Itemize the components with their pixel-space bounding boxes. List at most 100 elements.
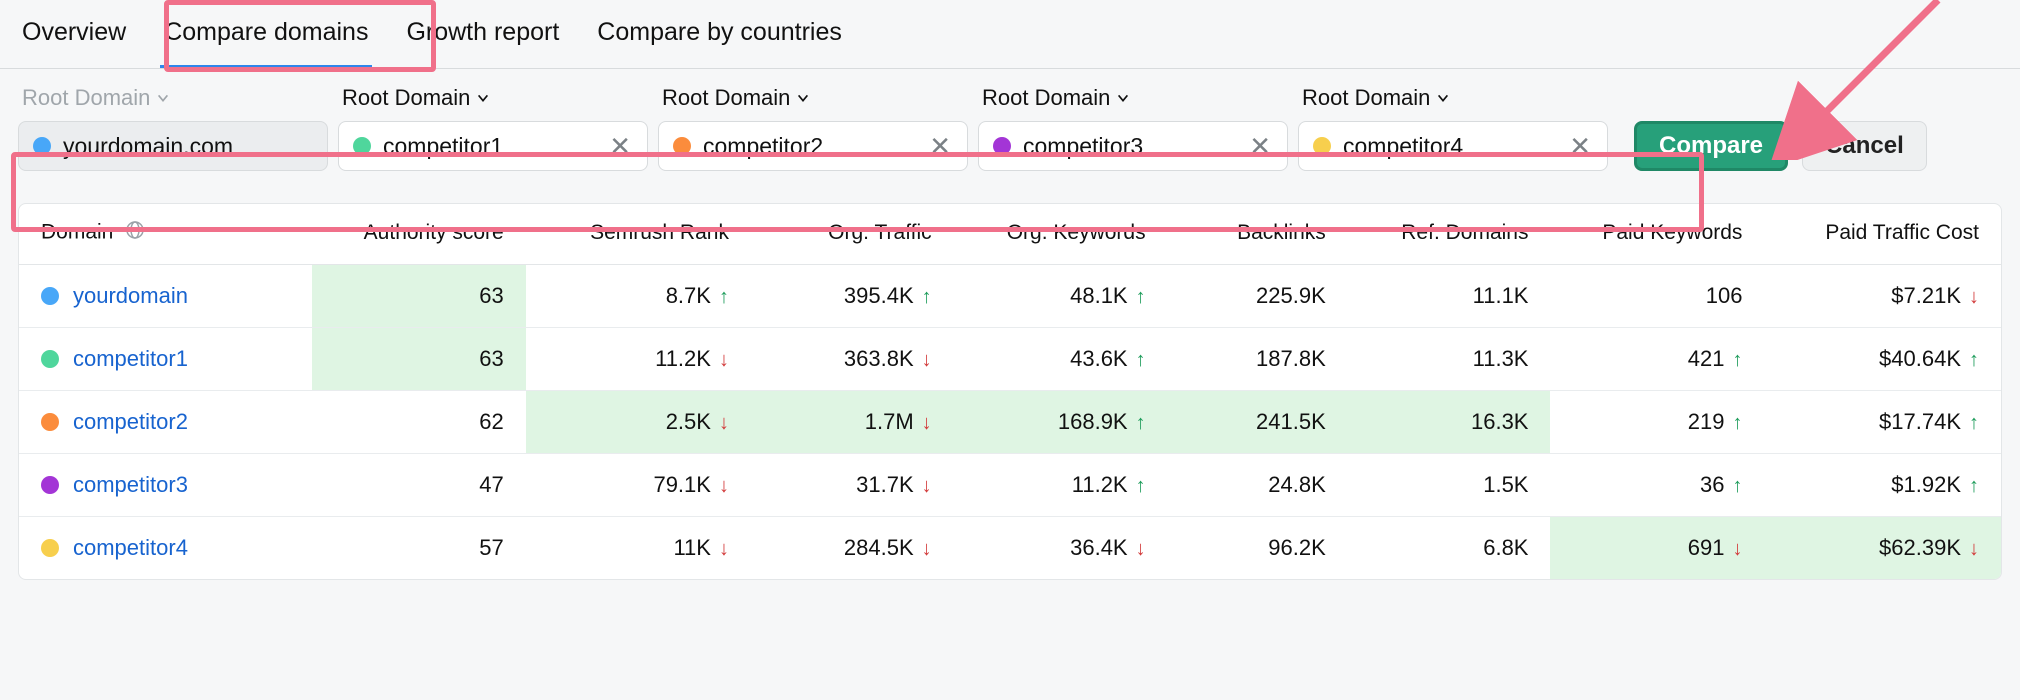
metric-value: 11.1K xyxy=(1473,283,1529,308)
metric-value: 2.5K xyxy=(666,409,711,434)
metric-cell: 691↓ xyxy=(1550,517,1764,580)
color-dot-icon xyxy=(1313,137,1331,155)
metric-value: $40.64K xyxy=(1879,346,1961,371)
metric-cell: 225.9K xyxy=(1168,265,1348,328)
root-domain-dropdown-4[interactable]: Root Domain xyxy=(1298,85,1608,111)
domain-chip-competitor-3[interactable]: competitor3 ✕ xyxy=(978,121,1288,171)
metric-value: $62.39K xyxy=(1879,535,1961,560)
col-org-traffic[interactable]: Org. Traffic xyxy=(751,204,954,265)
metric-cell: $7.21K ↓ xyxy=(1764,265,2001,328)
trend-down-icon: ↓ xyxy=(1732,538,1742,561)
cancel-button[interactable]: Cancel xyxy=(1802,121,1927,171)
root-domain-label: Root Domain xyxy=(342,85,470,111)
col-ref-domains[interactable]: Ref. Domains xyxy=(1348,204,1551,265)
metric-value: 106 xyxy=(1706,283,1743,308)
trend-down-icon: ↓ xyxy=(922,412,932,435)
trend-down-icon: ↓ xyxy=(719,538,729,561)
domain-link[interactable]: competitor4 xyxy=(73,535,188,561)
compare-button[interactable]: Compare xyxy=(1634,121,1788,171)
remove-chip-icon[interactable]: ✕ xyxy=(607,133,633,159)
metric-value: 241.5K xyxy=(1256,409,1326,434)
tab-compare-countries[interactable]: Compare by countries xyxy=(593,8,846,68)
tab-overview[interactable]: Overview xyxy=(18,8,130,68)
domain-chip-competitor-4[interactable]: competitor4 ✕ xyxy=(1298,121,1608,171)
remove-chip-icon[interactable]: ✕ xyxy=(927,133,953,159)
root-domain-dropdown-1[interactable]: Root Domain xyxy=(338,85,648,111)
metric-value: $7.21K xyxy=(1891,283,1961,308)
chevron-down-icon xyxy=(1436,91,1450,105)
chip-text: competitor2 xyxy=(703,133,915,160)
metric-cell: $62.39K↓ xyxy=(1764,517,2001,580)
metric-value: 1.7M xyxy=(865,409,914,434)
domain-link[interactable]: competitor1 xyxy=(73,346,188,372)
metric-value: 47 xyxy=(479,472,503,497)
metric-cell: $1.92K↑ xyxy=(1764,454,2001,517)
domain-chip-own[interactable]: yourdomain.com xyxy=(18,121,328,171)
metric-value: 225.9K xyxy=(1256,283,1326,308)
tab-compare-domains[interactable]: Compare domains xyxy=(160,8,372,68)
metric-cell: 395.4K↑ xyxy=(751,265,954,328)
remove-chip-icon[interactable]: ✕ xyxy=(1247,133,1273,159)
metric-cell: 6.8K xyxy=(1348,517,1551,580)
domain-link[interactable]: competitor3 xyxy=(73,472,188,498)
trend-down-icon: ↓ xyxy=(922,349,932,372)
metric-value: 6.8K xyxy=(1483,535,1528,560)
col-authority[interactable]: Authority score xyxy=(312,204,526,265)
col-rank[interactable]: Semrush Rank xyxy=(526,204,751,265)
trend-down-icon: ↓ xyxy=(1969,286,1979,309)
table-header-row: Domain Authority score Semrush Rank Org.… xyxy=(19,204,2001,265)
root-domain-label: Root Domain xyxy=(22,85,150,111)
domain-link[interactable]: competitor2 xyxy=(73,409,188,435)
metric-cell: 36.4K↓ xyxy=(954,517,1168,580)
metric-value: 63 xyxy=(479,283,503,308)
metric-cell: 11.2K ↑ xyxy=(954,454,1168,517)
trend-up-icon: ↑ xyxy=(1136,475,1146,498)
domain-cell: competitor3 xyxy=(19,454,312,517)
metric-value: 395.4K xyxy=(844,283,914,308)
metric-cell: 36↑ xyxy=(1550,454,1764,517)
trend-down-icon: ↓ xyxy=(719,412,729,435)
metric-value: 11.2K xyxy=(1072,472,1128,497)
col-backlinks[interactable]: Backlinks xyxy=(1168,204,1348,265)
trend-up-icon: ↑ xyxy=(1136,349,1146,372)
table-row: competitor34779.1K↓31.7K↓11.2K↑24.8K1.5K… xyxy=(19,454,2001,517)
root-domain-dropdown-2[interactable]: Root Domain xyxy=(658,85,968,111)
metric-value: 96.2K xyxy=(1268,535,1326,560)
metric-value: 16.3K xyxy=(1471,409,1529,434)
metric-value: 43.6K xyxy=(1070,346,1128,371)
root-domain-dropdown-0[interactable]: Root Domain xyxy=(18,85,328,111)
domain-chip-competitor-2[interactable]: competitor2 ✕ xyxy=(658,121,968,171)
metric-cell: 24.8K xyxy=(1168,454,1348,517)
domain-link[interactable]: yourdomain xyxy=(73,283,188,309)
chip-text: competitor4 xyxy=(1343,133,1555,160)
metric-cell: 11K ↓ xyxy=(526,517,751,580)
tab-growth-report[interactable]: Growth report xyxy=(402,8,563,68)
tabs-bar: Overview Compare domains Growth report C… xyxy=(0,0,2020,69)
metric-cell: 16.3K xyxy=(1348,391,1551,454)
metric-value: 11K xyxy=(673,535,711,560)
color-dot-icon xyxy=(673,137,691,155)
metric-cell: 43.6K ↑ xyxy=(954,328,1168,391)
metric-cell: 363.8K↓ xyxy=(751,328,954,391)
col-paid-cost[interactable]: Paid Traffic Cost xyxy=(1764,204,2001,265)
chip-text: yourdomain.com xyxy=(63,133,313,160)
trend-up-icon: ↑ xyxy=(1732,412,1742,435)
col-paid-keywords[interactable]: Paid Keywords xyxy=(1550,204,1764,265)
trend-down-icon: ↓ xyxy=(719,349,729,372)
color-dot-icon xyxy=(41,476,59,494)
metric-cell: 1.5K xyxy=(1348,454,1551,517)
root-domain-dropdown-3[interactable]: Root Domain xyxy=(978,85,1288,111)
metric-cell: 11.2K↓ xyxy=(526,328,751,391)
chevron-down-icon xyxy=(476,91,490,105)
metric-value: $1.92K xyxy=(1891,472,1961,497)
chevron-down-icon xyxy=(156,91,170,105)
col-domain[interactable]: Domain xyxy=(19,204,312,265)
trend-down-icon: ↓ xyxy=(922,538,932,561)
metric-value: 187.8K xyxy=(1256,346,1326,371)
col-org-keywords[interactable]: Org. Keywords xyxy=(954,204,1168,265)
metric-value: 31.7K xyxy=(856,472,914,497)
domain-chip-competitor-1[interactable]: competitor1 ✕ xyxy=(338,121,648,171)
table-row: yourdomain638.7K↑395.4K↑48.1K↑225.9K11.1… xyxy=(19,265,2001,328)
remove-chip-icon[interactable]: ✕ xyxy=(1567,133,1593,159)
trend-up-icon: ↑ xyxy=(1136,412,1146,435)
